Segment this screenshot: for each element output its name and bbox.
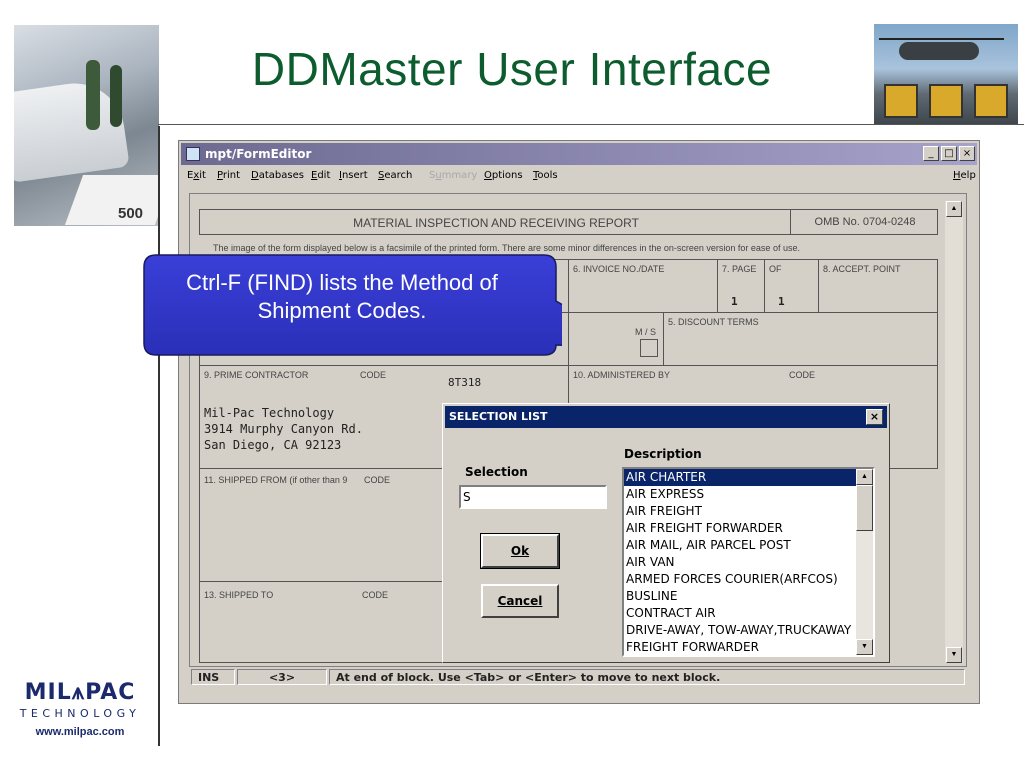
list-item[interactable]: AIR MAIL, AIR PARCEL POST bbox=[624, 537, 856, 554]
form-scrollbar[interactable]: ▲ ▼ bbox=[945, 201, 963, 663]
menu-search[interactable]: Search bbox=[378, 170, 412, 181]
menu-print[interactable]: Print bbox=[217, 170, 240, 181]
omb-number: OMB No. 0704-0248 bbox=[814, 216, 916, 228]
address-line-1: Mil-Pac Technology bbox=[204, 406, 335, 420]
accept-point-cell[interactable]: 8. ACCEPT. POINT bbox=[818, 259, 938, 313]
list-item[interactable]: DRIVE-AWAY, TOW-AWAY,TRUCKAWAY bbox=[624, 622, 856, 639]
of-value: 1 bbox=[778, 295, 785, 308]
address-line-2: 3914 Murphy Canyon Rd. bbox=[204, 422, 363, 436]
form-header-cell: MATERIAL INSPECTION AND RECEIVING REPORT bbox=[199, 209, 791, 235]
menu-insert[interactable]: Insert bbox=[339, 170, 368, 181]
menu-options[interactable]: Options bbox=[484, 170, 523, 181]
page-label: 7. PAGE bbox=[722, 264, 757, 274]
invoice-cell[interactable]: 6. INVOICE NO./DATE bbox=[568, 259, 718, 313]
dialog-titlebar[interactable]: SELECTION LIST × bbox=[445, 406, 887, 428]
menu-summary: Summary bbox=[429, 170, 478, 181]
listbox-scrollbar[interactable]: ▲ ▼ bbox=[856, 469, 873, 655]
ms-checkbox[interactable] bbox=[640, 339, 658, 357]
rotor-shape bbox=[879, 38, 1004, 40]
slide-title: DDMaster User Interface bbox=[251, 43, 773, 95]
list-item[interactable]: AIR FREIGHT FORWARDER bbox=[624, 520, 856, 537]
page-cell[interactable]: 7. PAGE 1 bbox=[717, 259, 765, 313]
callout-text: Ctrl-F (FIND) lists the Method of Shipme… bbox=[186, 270, 498, 323]
cancel-label: Cancel bbox=[497, 594, 543, 608]
discount-terms-cell[interactable]: 5. DISCOUNT TERMS bbox=[663, 312, 938, 366]
selection-input[interactable]: S bbox=[459, 485, 607, 509]
sidebar-rule bbox=[158, 126, 160, 746]
list-item[interactable]: AIR EXPRESS bbox=[624, 486, 856, 503]
prime-code-value: 8T318 bbox=[448, 376, 482, 389]
ok-label: Ok bbox=[510, 544, 530, 558]
app-icon bbox=[186, 147, 200, 161]
logo-url: www.milpac.com bbox=[35, 726, 125, 738]
of-label: OF bbox=[769, 264, 782, 274]
dialog-title: SELECTION LIST bbox=[449, 410, 548, 423]
logo-wordmark: MIL⩚PAC bbox=[24, 680, 136, 705]
accept-point-label: 8. ACCEPT. POINT bbox=[823, 264, 901, 274]
description-listbox[interactable]: AIR CHARTER AIR EXPRESS AIR FREIGHT AIR FRE… bbox=[622, 467, 875, 657]
window-title: mpt/FormEditor bbox=[205, 147, 312, 161]
listbox-items: AIR CHARTER AIR EXPRESS AIR FREIGHT AIR FRE… bbox=[624, 469, 873, 655]
list-item[interactable]: ARMED FORCES COURIER(ARFCOS) bbox=[624, 571, 856, 588]
menu-help[interactable]: Help bbox=[953, 170, 976, 181]
menu-bar: Exit Print Databases Edit Insert Search … bbox=[181, 167, 977, 185]
header-rule bbox=[158, 124, 1024, 125]
selection-label: Selection bbox=[465, 465, 528, 479]
list-item[interactable]: AIR CHARTER bbox=[624, 469, 856, 486]
prime-code-label: CODE bbox=[360, 370, 387, 380]
status-message: At end of block. Use <Tab> or <Enter> to… bbox=[329, 669, 965, 685]
ms-label: M / S bbox=[635, 327, 657, 337]
of-cell[interactable]: OF 1 bbox=[764, 259, 819, 313]
selection-list-dialog: SELECTION LIST × Description Selection S… bbox=[442, 403, 890, 663]
address-line-3: San Diego, CA 92123 bbox=[204, 438, 342, 452]
minimize-button[interactable]: _ bbox=[923, 146, 939, 161]
discount-terms-label: 5. DISCOUNT TERMS bbox=[668, 317, 759, 327]
cancel-button[interactable]: Cancel bbox=[481, 584, 559, 618]
menu-edit[interactable]: Edit bbox=[311, 170, 330, 181]
list-scroll-down-arrow-icon[interactable]: ▼ bbox=[856, 639, 873, 655]
page-value: 1 bbox=[731, 295, 738, 308]
list-scroll-thumb[interactable] bbox=[856, 485, 873, 531]
scroll-up-arrow-icon[interactable]: ▲ bbox=[946, 201, 962, 217]
form-notice: The image of the form displayed below is… bbox=[213, 243, 800, 253]
prime-contractor-label: 9. PRIME CONTRACTOR bbox=[204, 370, 309, 380]
window-titlebar[interactable]: mpt/FormEditor _ □ × bbox=[181, 143, 977, 165]
shipped-from-code-label: CODE bbox=[362, 475, 391, 485]
invoice-label: 6. INVOICE NO./DATE bbox=[573, 264, 665, 274]
list-item[interactable]: FREIGHT FORWARDER bbox=[624, 639, 856, 655]
ok-button[interactable]: Ok bbox=[480, 533, 560, 569]
list-item[interactable]: AIR FREIGHT bbox=[624, 503, 856, 520]
shipped-to-label: 13. SHIPPED TO bbox=[204, 590, 274, 600]
shipped-to-code-label: CODE bbox=[362, 590, 389, 600]
form-header-title: MATERIAL INSPECTION AND RECEIVING REPORT bbox=[353, 216, 639, 230]
list-item[interactable]: BUSLINE bbox=[624, 588, 856, 605]
logo-tagline: TECHNOLOGY bbox=[19, 707, 141, 720]
scroll-down-arrow-icon[interactable]: ▼ bbox=[946, 647, 962, 663]
menu-databases[interactable]: Databases bbox=[251, 170, 304, 181]
shipped-from-label: 11. SHIPPED FROM (if other than 9 bbox=[204, 475, 348, 485]
maximize-button[interactable]: □ bbox=[941, 146, 957, 161]
milpac-logo: MIL⩚PAC TECHNOLOGY www.milpac.com bbox=[6, 680, 154, 738]
menu-exit[interactable]: Exit bbox=[187, 170, 206, 181]
wing-shape bbox=[64, 175, 159, 225]
menu-tools[interactable]: Tools bbox=[533, 170, 558, 181]
status-bar: INS <3> At end of block. Use <Tab> or <E… bbox=[191, 667, 967, 687]
callout-balloon: Ctrl-F (FIND) lists the Method of Shipme… bbox=[142, 253, 562, 357]
list-scroll-up-arrow-icon[interactable]: ▲ bbox=[856, 469, 873, 485]
admin-code-label: CODE bbox=[789, 370, 816, 380]
list-item[interactable]: AIR VAN bbox=[624, 554, 856, 571]
administered-by-label: 10. ADMINISTERED BY bbox=[573, 370, 671, 380]
close-button[interactable]: × bbox=[959, 146, 975, 161]
omb-cell: OMB No. 0704-0248 bbox=[790, 209, 938, 235]
description-label: Description bbox=[624, 447, 702, 461]
status-mode: INS bbox=[191, 669, 235, 685]
status-block: <3> bbox=[237, 669, 327, 685]
aircraft-number: 500 bbox=[118, 205, 144, 222]
list-item[interactable]: CONTRACT AIR bbox=[624, 605, 856, 622]
dialog-close-icon[interactable]: × bbox=[866, 409, 883, 425]
